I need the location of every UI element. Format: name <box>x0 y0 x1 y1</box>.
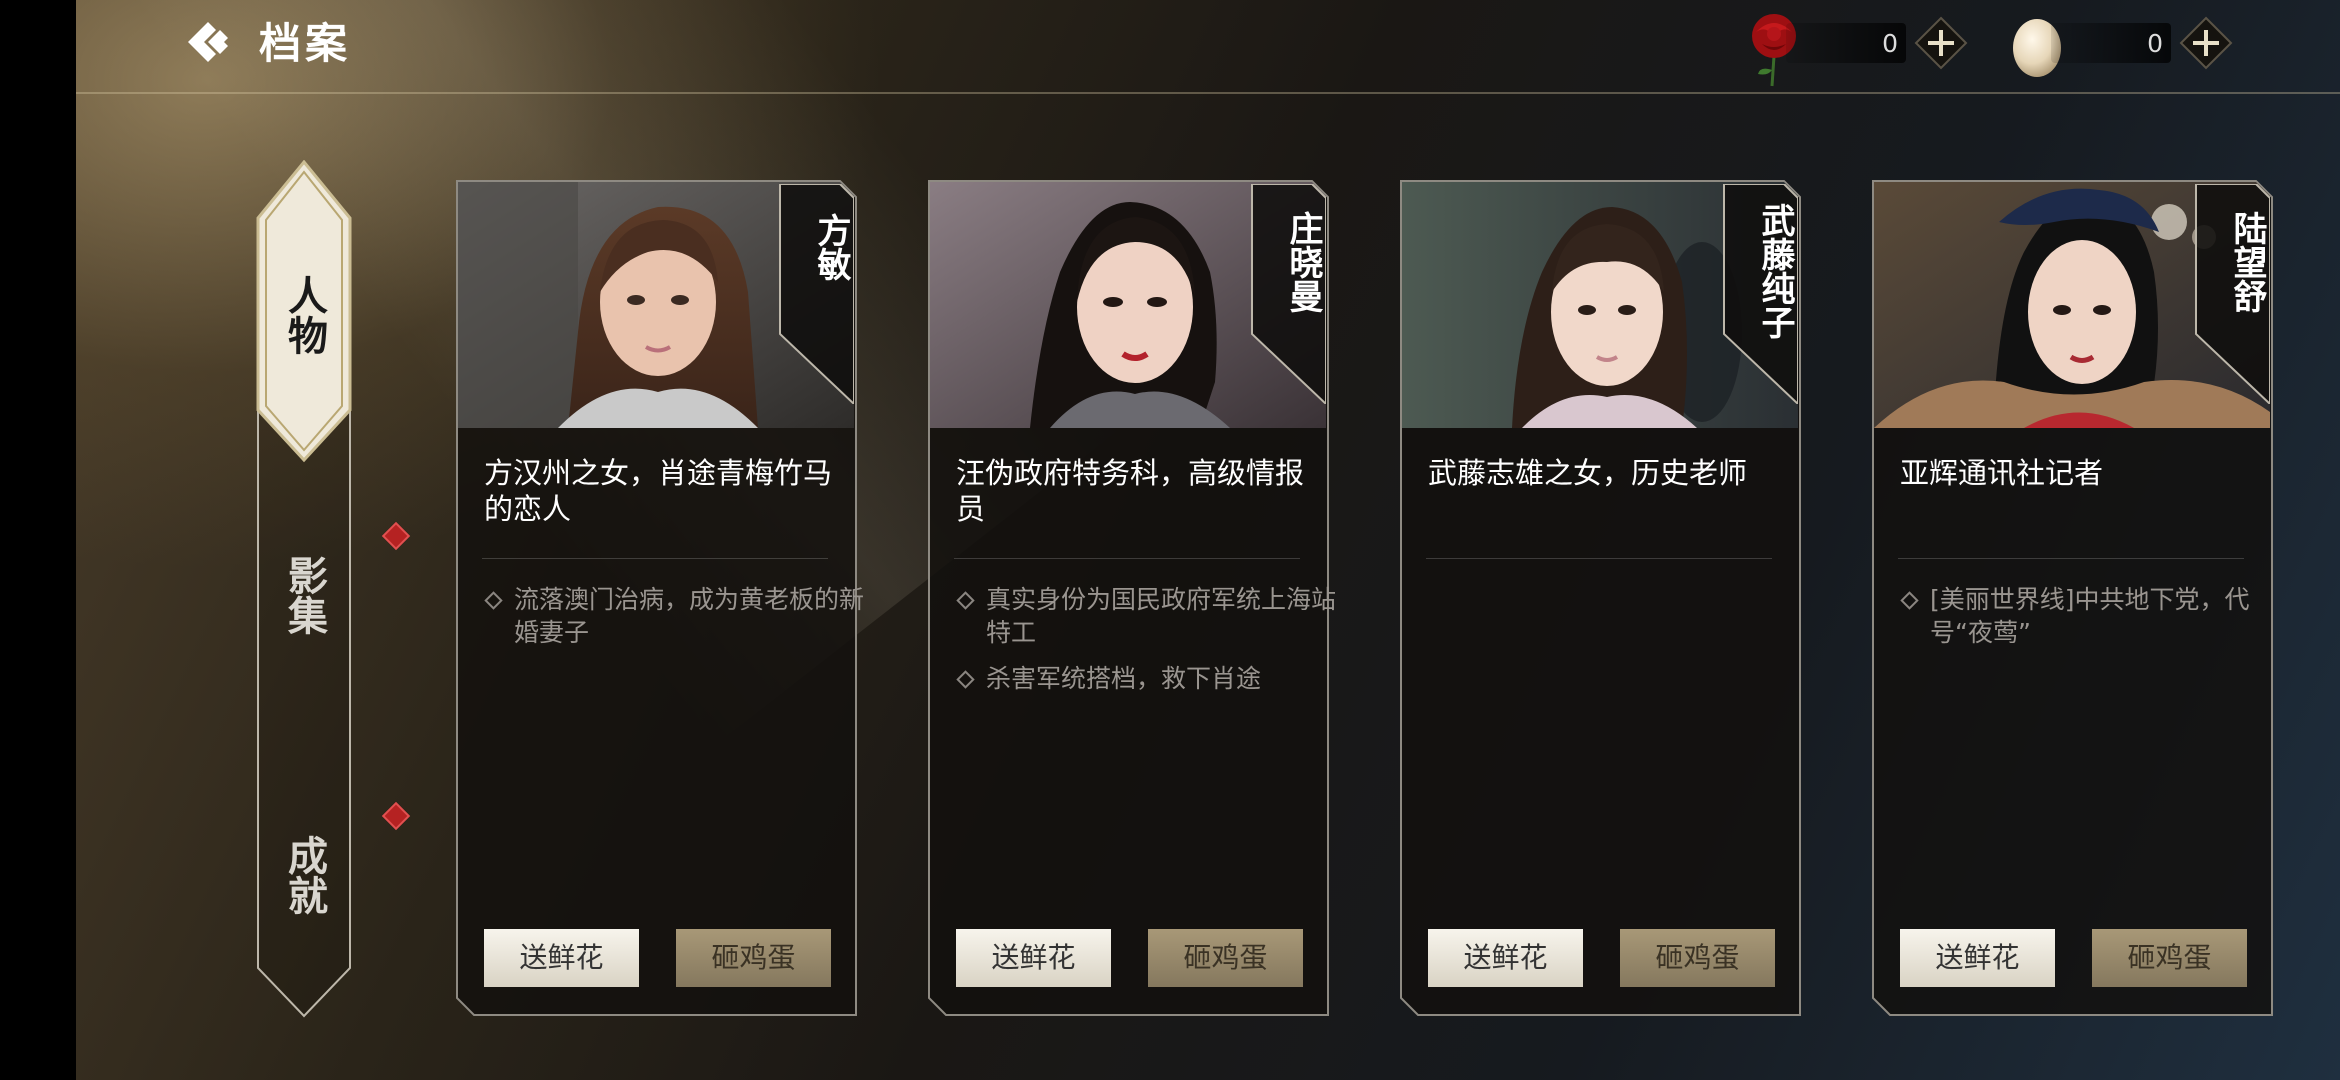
character-card[interactable]: 庄晓曼 汪伪政府特务科，高级情报员 真实身份为国民政府军统上海站特工 杀害军统搭… <box>928 180 1336 1016</box>
character-card[interactable]: 陆望舒 亚辉通讯社记者 [美丽世界线]中共地下党，代号“夜莺” 送鲜花 砸鸡蛋 <box>1872 180 2274 1016</box>
send-flower-button[interactable]: 送鲜花 <box>1428 929 1583 987</box>
nav-tab-achievements[interactable]: 成就 <box>256 800 352 950</box>
tag-item: 真实身份为国民政府军统上海站特工 <box>956 583 1336 649</box>
back-button[interactable] <box>184 18 236 66</box>
diamond-bullet-icon <box>484 591 503 610</box>
name-tag: 陆望舒 <box>2194 184 2270 404</box>
character-description: 方汉州之女，肖途青梅竹马的恋人 <box>484 456 833 526</box>
side-nav: 人物 影集 成就 <box>256 160 411 1020</box>
character-description: 武藤志雄之女，历史老师 <box>1428 456 1748 490</box>
character-name: 方敏 <box>811 213 851 281</box>
character-card[interactable]: 方敏 方汉州之女，肖途青梅竹马的恋人 流落澳门治病，成为黄老板的新婚妻子 送鲜花… <box>456 180 864 1016</box>
rose-currency: 0 <box>1744 10 1974 87</box>
plus-icon <box>1914 16 1968 70</box>
character-name: 武藤纯子 <box>1755 203 1795 339</box>
page-title: 档案 <box>259 19 352 68</box>
tag-item: [美丽世界线]中共地下党，代号“夜莺” <box>1900 583 2280 649</box>
nav-tab-characters[interactable]: 人物 <box>256 230 352 400</box>
character-name: 庄晓曼 <box>1283 211 1323 313</box>
diamond-bullet-icon <box>1900 591 1919 610</box>
rose-count-bar: 0 <box>1786 23 1906 63</box>
throw-egg-button[interactable]: 砸鸡蛋 <box>1148 929 1303 987</box>
send-flower-button[interactable]: 送鲜花 <box>484 929 639 987</box>
throw-egg-button[interactable]: 砸鸡蛋 <box>1620 929 1775 987</box>
character-card[interactable]: 武藤纯子 武藤志雄之女，历史老师 送鲜花 砸鸡蛋 <box>1400 180 1802 1016</box>
character-tags: 流落澳门治病，成为黄老板的新婚妻子 <box>484 583 864 662</box>
diamond-bullet-icon <box>956 670 975 689</box>
header-bar: 档案 0 0 <box>76 0 2340 94</box>
add-rose-button[interactable] <box>1914 16 1968 70</box>
diamond-bullet-icon <box>956 591 975 610</box>
egg-count-bar: 0 <box>2051 23 2171 63</box>
character-tags: [美丽世界线]中共地下党，代号“夜莺” <box>1900 583 2280 662</box>
divider <box>954 558 1300 559</box>
divider <box>1898 558 2244 559</box>
throw-egg-button[interactable]: 砸鸡蛋 <box>676 929 831 987</box>
egg-count: 0 <box>2147 29 2163 58</box>
name-tag: 武藤纯子 <box>1722 184 1798 404</box>
send-flower-button[interactable]: 送鲜花 <box>956 929 1111 987</box>
character-name: 陆望舒 <box>2227 211 2267 313</box>
character-tags: 真实身份为国民政府军统上海站特工 杀害军统搭档，救下肖途 <box>956 583 1336 708</box>
divider <box>482 558 828 559</box>
nav-tab-gallery[interactable]: 影集 <box>256 520 352 670</box>
divider <box>1426 558 1772 559</box>
add-egg-button[interactable] <box>2179 16 2233 70</box>
rose-count: 0 <box>1882 29 1898 58</box>
achievements-new-badge <box>381 801 411 831</box>
back-arrow-icon <box>188 22 228 62</box>
plus-icon <box>2179 16 2233 70</box>
send-flower-button[interactable]: 送鲜花 <box>1900 929 2055 987</box>
archive-screen: 档案 0 0 人物 影集 成就 方敏 方汉州之女，肖途青梅竹马的恋人 流落澳门治… <box>76 0 2340 1080</box>
name-tag: 方敏 <box>778 184 854 404</box>
throw-egg-button[interactable]: 砸鸡蛋 <box>2092 929 2247 987</box>
character-description: 汪伪政府特务科，高级情报员 <box>956 456 1305 526</box>
tag-item: 流落澳门治病，成为黄老板的新婚妻子 <box>484 583 864 649</box>
gallery-new-badge <box>381 521 411 551</box>
name-tag: 庄晓曼 <box>1250 184 1326 404</box>
character-description: 亚辉通讯社记者 <box>1900 456 2104 490</box>
egg-currency: 0 <box>2009 10 2239 80</box>
tag-item: 杀害军统搭档，救下肖途 <box>956 662 1336 695</box>
